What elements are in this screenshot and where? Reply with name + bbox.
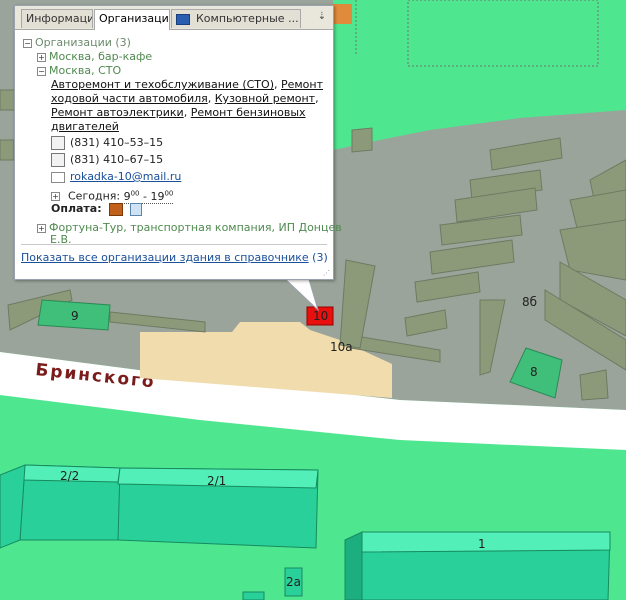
services-line-1: Авторемонт и техобслуживание (СТО), Ремо… [51,78,324,91]
tab-organizations[interactable]: Организации [94,9,170,30]
house-label-9: 9 [71,309,79,323]
tab-computers[interactable]: Компьютерные ... [171,9,301,28]
monitor-icon [176,13,190,25]
service-link-engines-2[interactable]: двигателей [51,120,119,133]
service-link-body[interactable]: Кузовной ремонт [215,92,315,105]
group-bar-cafe-label: Москва, бар-кафе [49,50,153,63]
hours-from: 9 [123,189,131,203]
resize-grip-icon[interactable]: ⋰ [323,269,331,277]
popup-footer: Показать все организации здания в справо… [21,251,328,264]
phone-row-1: (831) 410–53–15 [51,136,163,150]
cash-wallet-icon [109,202,124,216]
organizations-count: (3) [312,251,328,264]
tab-information[interactable]: Информация [21,9,93,28]
services-line-4: двигателей [51,120,119,134]
service-link-chassis-2[interactable]: ходовой части автомобиля [51,92,208,105]
hours-to: 19 [150,189,165,203]
tree-group-bar-cafe[interactable]: + Москва, бар-кафе [37,50,152,64]
info-popup: Информация Организации Компьютерные ... … [14,5,342,280]
house-label-8b: 8б [522,295,537,309]
phone-book-icon [51,136,65,150]
house-label-1: 1 [478,537,486,551]
services-line-2: ходовой части автомобиля, Кузовной ремон… [51,92,319,105]
residential-buildings [0,464,611,600]
hours-to-min: 00 [164,189,174,197]
expand-icon[interactable]: + [37,223,46,233]
tree-group-fortuna[interactable]: + Фортуна-Тур, транспортная компания, ИП … [37,221,342,235]
hours-label: Сегодня: [68,189,121,203]
tree-root[interactable]: − Организации (3) [23,36,131,50]
tree-group-sto[interactable]: − Москва, СТО [37,64,121,78]
email-row: rokadka-10@mail.ru [51,170,181,184]
house-label-8: 8 [530,365,538,379]
house-label-10b: 10 [313,309,328,323]
expand-icon[interactable]: + [37,52,46,62]
phone-2: (831) 410–67–15 [70,153,164,166]
payment-row: Оплата: [51,202,143,216]
house-label-2-1: 2/1 [207,474,226,488]
services-line-3: Ремонт автоэлектрики, Ремонт бензиновых [51,106,306,119]
email-link[interactable]: rokadka-10@mail.ru [70,170,181,183]
tab-computers-label: Компьютерные ... [196,12,299,25]
group-fortuna-label: Фортуна-Тур, транспортная компания, ИП Д… [49,221,342,234]
show-all-organizations-link[interactable]: Показать все организации здания в справо… [21,251,309,264]
hours-row[interactable]: + Сегодня: 900 - 1900 [51,186,174,204]
orange-building [332,4,352,24]
group-sto-label: Москва, СТО [49,64,122,77]
envelope-icon [51,171,65,183]
chevron-down-icon[interactable]: ⇣ [315,10,329,24]
payment-label: Оплата: [51,202,102,215]
service-link-electrics[interactable]: Ремонт автоэлектрики [51,106,184,119]
house-label-2-2: 2/2 [60,469,79,483]
expand-icon[interactable]: + [51,192,60,202]
house-label-2a: 2а [286,575,301,589]
popup-divider [21,244,327,245]
phone-book-icon [51,153,65,167]
popup-tab-bar: Информация Организации Компьютерные ... … [15,6,333,30]
service-link-chassis-1[interactable]: Ремонт [281,78,323,91]
hours-from-min: 00 [130,189,140,197]
service-link-engines-1[interactable]: Ремонт бензиновых [191,106,306,119]
service-link-repair[interactable]: Авторемонт и техобслуживание (СТО) [51,78,274,91]
phone-row-2: (831) 410–67–15 [51,153,163,167]
tree-root-label: Организации (3) [35,36,131,49]
collapse-icon[interactable]: − [37,66,46,76]
house-label-10a: 10а [330,340,353,354]
collapse-icon[interactable]: − [23,38,32,48]
card-icon [130,202,143,216]
phone-1: (831) 410–53–15 [70,136,164,149]
